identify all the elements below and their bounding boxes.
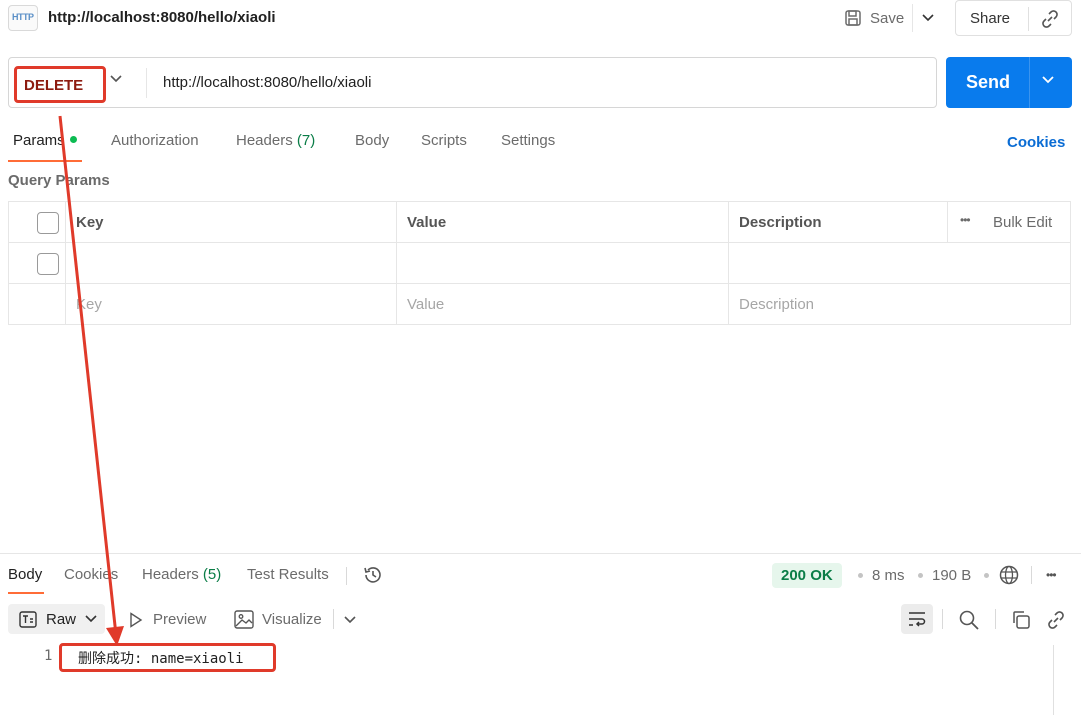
- annotation-arrow: [58, 115, 124, 646]
